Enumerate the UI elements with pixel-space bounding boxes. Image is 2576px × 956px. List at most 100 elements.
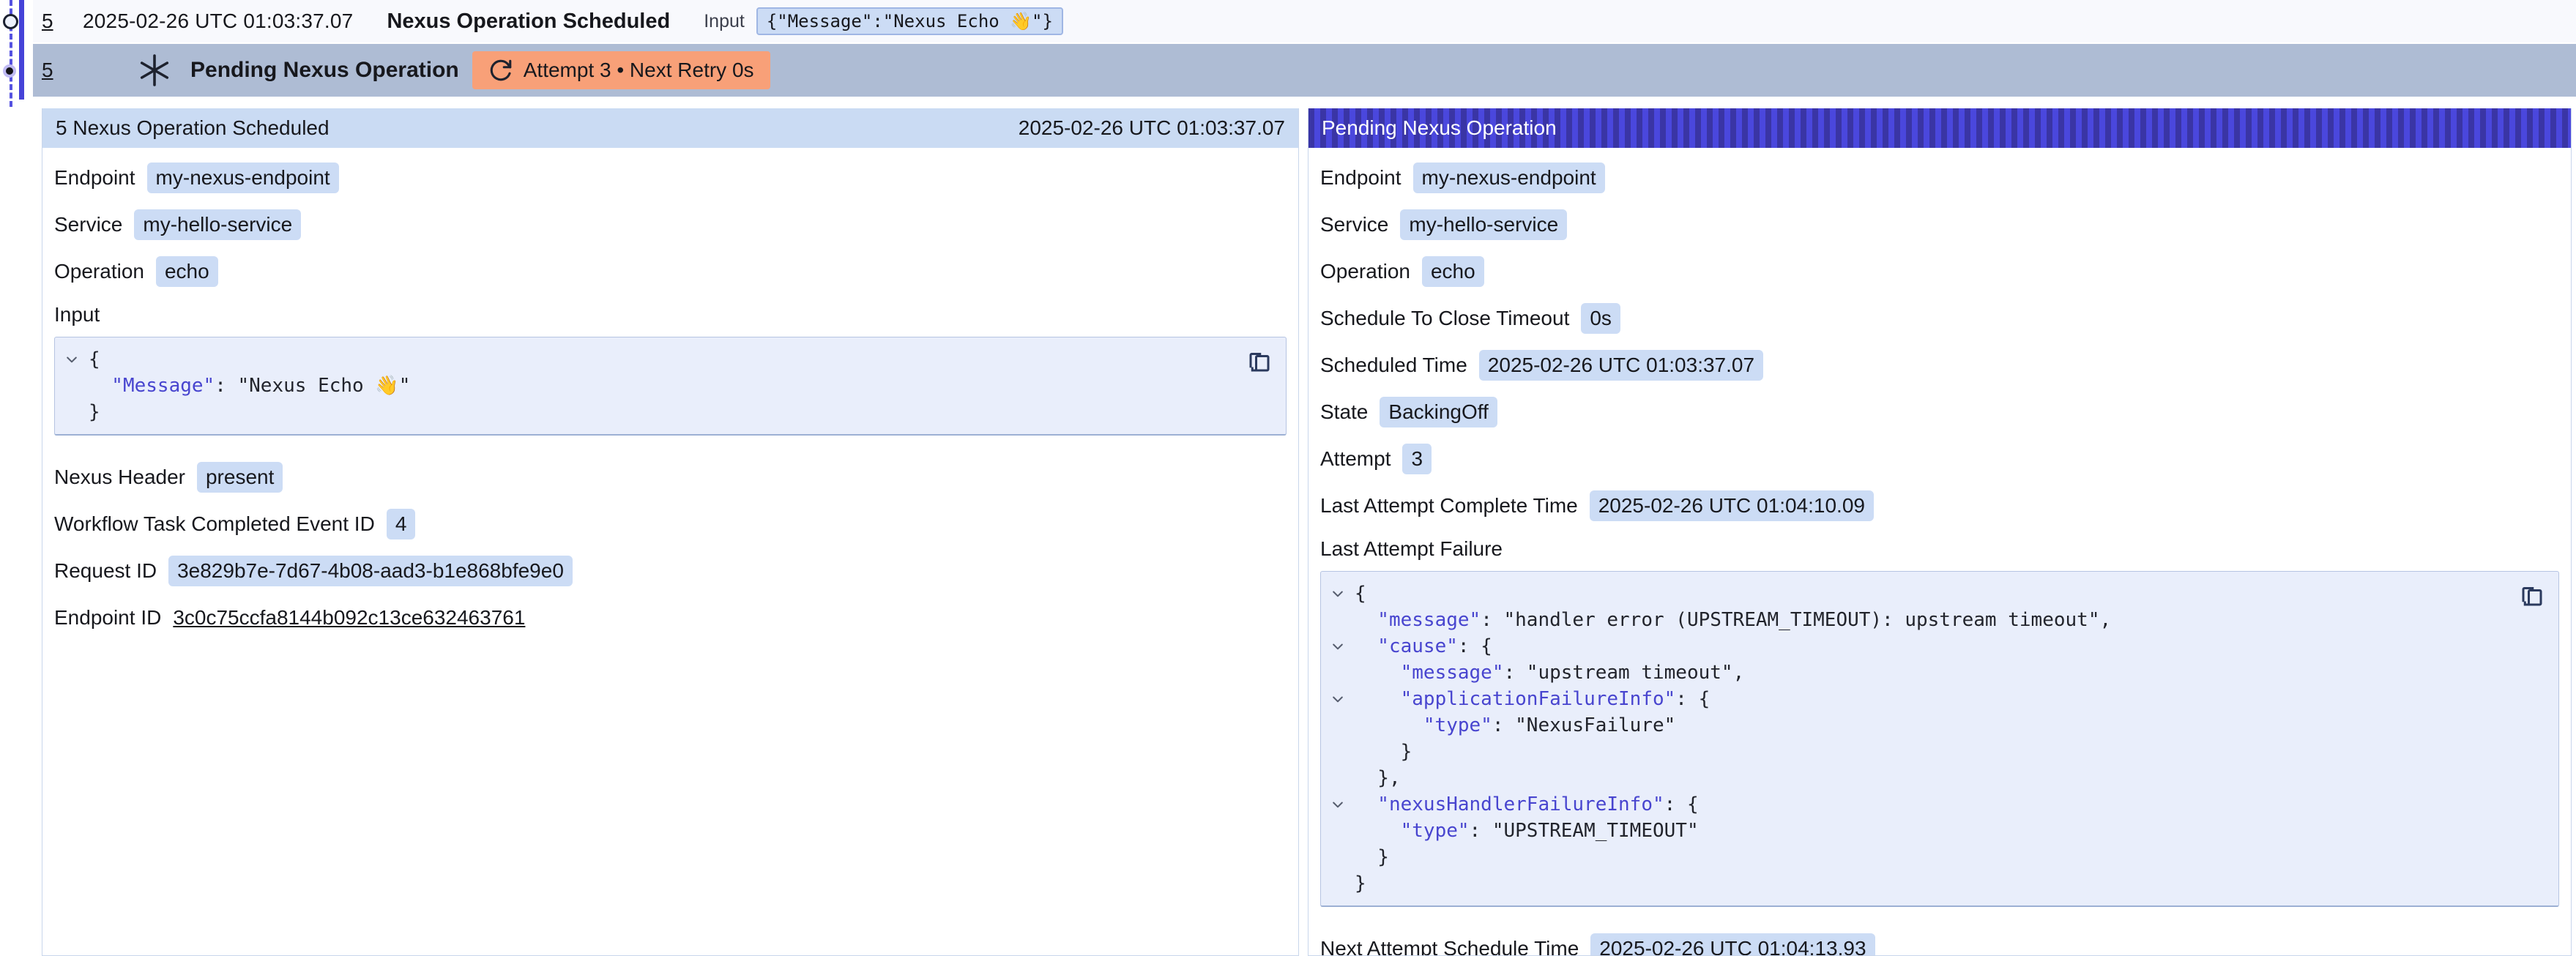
workflow-history-screen: 5 2025-02-26 UTC 01:03:37.07 Nexus Opera… [0,0,2576,956]
field-label: Last Attempt Complete Time [1320,494,1578,518]
field-value-badge: my-nexus-endpoint [1413,163,1605,193]
pending-panel-header: Pending Nexus Operation [1309,108,2571,148]
scheduled-panel-header: 5 Nexus Operation Scheduled 2025-02-26 U… [42,108,1298,148]
field-label: Operation [54,260,144,283]
field-value-badge: 3e829b7e-7d67-4b08-aad3-b1e868bfe9e0 [168,556,573,586]
field-value-badge: my-hello-service [134,209,301,240]
timeline-node-current-icon [3,64,16,78]
copy-icon[interactable] [1245,348,1274,377]
field-label: Endpoint ID [54,606,161,630]
code-line: } [1321,844,2507,870]
field-scheduled-time: Scheduled Time 2025-02-26 UTC 01:03:37.07 [1320,350,2559,381]
field-value-link[interactable]: 3c0c75ccfa8144b092c13ce632463761 [173,606,525,630]
code-lines: {"Message": "Nexus Echo 👋"} [55,346,1235,425]
copy-icon[interactable] [2517,582,2547,611]
panel-title: Pending Nexus Operation [1322,116,1557,140]
field-label: Operation [1320,260,1410,283]
field-label: Endpoint [54,166,135,190]
field-service: Servicemy-hello-service [54,209,1287,240]
scheduled-panel-body: Endpointmy-nexus-endpoint Servicemy-hello… [42,148,1298,633]
field-value-badge: 0s [1581,303,1620,334]
event-row-scheduled[interactable]: 5 2025-02-26 UTC 01:03:37.07 Nexus Opera… [33,0,2576,44]
code-text: "type": "UPSTREAM_TIMEOUT" [1355,818,1699,844]
field-value-badge: 2025-02-26 UTC 01:04:13.93 [1590,933,1875,956]
field-label: Workflow Task Completed Event ID [54,512,375,536]
pending-operation-panel: Pending Nexus Operation Endpointmy-nexus… [1308,108,2572,956]
field-label: Scheduled Time [1320,354,1467,377]
code-text: } [89,399,100,425]
field-label: Schedule To Close Timeout [1320,307,1569,330]
code-text: "cause": { [1355,633,1492,660]
pending-title: Pending Nexus Operation [190,58,459,83]
scheduled-event-panel: 5 Nexus Operation Scheduled 2025-02-26 U… [42,108,1299,956]
collapse-chevron-icon[interactable] [1321,639,1355,654]
code-text: } [1355,844,1389,870]
code-line: { [1321,580,2507,607]
code-line: "type": "UPSTREAM_TIMEOUT" [1321,818,2507,844]
code-line: "applicationFailureInfo": { [1321,686,2507,712]
failure-json-viewer: {"message": "handler error (UPSTREAM_TIM… [1320,571,2559,907]
event-id-link[interactable]: 5 [42,10,55,33]
code-text: { [89,346,100,373]
code-line: "nexusHandlerFailureInfo": { [1321,791,2507,818]
retry-icon [488,58,513,83]
field-label: Service [1320,213,1388,236]
code-line: } [1321,739,2507,765]
event-id-link[interactable]: 5 [42,59,55,82]
event-row-pending[interactable]: 5 Pending Nexus Operation Attempt 3 • Ne… [33,44,2576,97]
selected-event-group-bar [19,0,24,100]
code-text: } [1355,870,1366,897]
code-text: "applicationFailureInfo": { [1355,686,1710,712]
field-label: Next Attempt Schedule Time [1320,937,1579,956]
field-value-badge: BackingOff [1380,397,1497,427]
field-label: Attempt [1320,447,1391,471]
code-line: "Message": "Nexus Echo 👋" [55,373,1235,399]
collapse-chevron-icon[interactable] [1321,797,1355,812]
code-line: "message": "upstream timeout", [1321,660,2507,686]
collapse-chevron-icon[interactable] [55,352,89,367]
field-label: Request ID [54,559,157,583]
event-detail-label: Input [704,11,745,32]
event-history-rows: 5 2025-02-26 UTC 01:03:37.07 Nexus Opera… [33,0,2576,97]
code-line: } [1321,870,2507,897]
collapse-chevron-icon[interactable] [1321,692,1355,706]
collapse-chevron-icon[interactable] [1321,586,1355,601]
field-value-badge: present [197,462,283,493]
panel-title: 5 Nexus Operation Scheduled [56,116,330,140]
code-text: } [1355,739,1412,765]
field-label: State [1320,400,1368,424]
pending-panel-body: Endpointmy-nexus-endpointServicemy-hello… [1309,148,2571,956]
field-operation: Operation echo [54,256,1287,287]
code-lines: {"message": "handler error (UPSTREAM_TIM… [1321,580,2507,897]
code-text: "message": "upstream timeout", [1355,660,1744,686]
event-timestamp: 2025-02-26 UTC 01:03:37.07 [83,10,353,33]
timeline-node-open-icon [3,14,18,29]
code-line: }, [1321,765,2507,791]
field-next-attempt-schedule-time: Next Attempt Schedule Time 2025-02-26 UTC… [1320,933,2559,956]
panel-timestamp: 2025-02-26 UTC 01:03:37.07 [1019,116,1285,140]
input-section-label: Input [54,303,1287,326]
field-operation: Operation echo [1320,256,2559,287]
code-line: } [55,399,1235,425]
input-json-viewer: {"Message": "Nexus Echo 👋"} [54,337,1287,436]
field-last-attempt-complete-time: Last Attempt Complete Time2025-02-26 UTC… [1320,490,2559,521]
field-value-badge: 2025-02-26 UTC 01:03:37.07 [1479,350,1763,381]
event-input-chip: {"Message":"Nexus Echo 👋"} [756,7,1063,35]
field-value-badge: 3 [1402,444,1432,474]
code-text: "message": "handler error (UPSTREAM_TIME… [1355,607,2111,633]
code-line: "type": "NexusFailure" [1321,712,2507,739]
event-title: Nexus Operation Scheduled [387,10,670,34]
field-nexus-header: Nexus Headerpresent [54,462,1287,493]
code-line: "message": "handler error (UPSTREAM_TIME… [1321,607,2507,633]
code-text: "type": "NexusFailure" [1355,712,1675,739]
retry-badge: Attempt 3 • Next Retry 0s [472,51,770,89]
field-value-badge: echo [156,256,218,287]
field-endpoint: Endpointmy-nexus-endpoint [54,163,1287,193]
code-line: { [55,346,1235,373]
code-text: "nexusHandlerFailureInfo": { [1355,791,1699,818]
failure-section-label: Last Attempt Failure [1320,537,2559,561]
code-text: "Message": "Nexus Echo 👋" [89,373,410,399]
code-text: }, [1355,765,1401,791]
code-line: "cause": { [1321,633,2507,660]
field-value-badge: echo [1422,256,1484,287]
